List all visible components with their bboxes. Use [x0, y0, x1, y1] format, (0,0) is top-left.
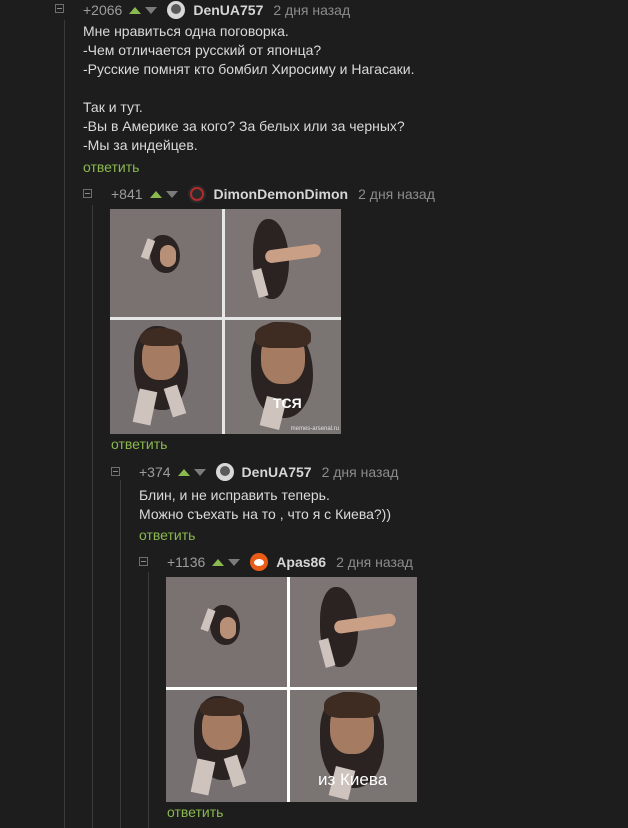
comment-rating: +841	[111, 186, 143, 202]
reply-link[interactable]: ответить	[111, 436, 167, 452]
avatar[interactable]	[250, 553, 269, 571]
comment-author[interactable]: DenUA757	[242, 464, 312, 480]
upvote-icon[interactable]	[149, 190, 162, 198]
image-panel	[110, 320, 222, 434]
comment-text: Блин, и не исправить теперь. Можно съеха…	[139, 487, 392, 522]
upvote-icon[interactable]	[177, 468, 190, 476]
image-panel	[110, 209, 222, 317]
comment-time[interactable]: 2 дня назад	[336, 554, 413, 570]
collapse-toggle[interactable]	[55, 4, 64, 13]
comment-rating: +2066	[83, 2, 123, 18]
comment-header: +374 DenUA757 2 дня назад	[139, 462, 398, 482]
downvote-icon[interactable]	[165, 190, 178, 198]
comment-author[interactable]: DenUA757	[193, 2, 263, 18]
reply-link[interactable]: ответить	[167, 804, 223, 820]
image-panel	[225, 209, 341, 317]
avatar[interactable]	[215, 463, 234, 481]
avatar[interactable]	[167, 1, 186, 19]
comment-image[interactable]: из Киева	[166, 577, 417, 802]
image-panel	[166, 577, 287, 687]
comment-rating: +374	[139, 464, 171, 480]
reply-link[interactable]: ответить	[83, 159, 139, 175]
upvote-icon[interactable]	[212, 558, 225, 566]
image-watermark: memes-arsenal.ru	[290, 426, 339, 432]
avatar[interactable]	[187, 185, 206, 203]
thread-line	[148, 572, 149, 828]
thread-line	[64, 20, 65, 828]
downvote-icon[interactable]	[145, 6, 158, 14]
upvote-icon[interactable]	[129, 6, 142, 14]
image-panel	[290, 577, 417, 687]
collapse-toggle[interactable]	[139, 557, 148, 566]
image-caption: ТСЯ	[273, 395, 302, 411]
comment-author[interactable]: Apas86	[276, 554, 326, 570]
comment-header: +2066 DenUA757 2 дня назад	[83, 0, 350, 20]
comment-time[interactable]: 2 дня назад	[273, 2, 350, 18]
collapse-toggle[interactable]	[83, 189, 92, 198]
image-panel: ТСЯ memes-arsenal.ru	[225, 320, 341, 434]
downvote-icon[interactable]	[193, 468, 206, 476]
thread-line	[120, 480, 121, 828]
comment-rating: +1136	[167, 554, 206, 570]
thread-line	[92, 205, 93, 828]
comment-header: +1136 Apas86 2 дня назад	[167, 552, 413, 572]
comment-text: Мне нравиться одна поговорка. -Чем отлич…	[83, 23, 415, 153]
image-panel: из Киева	[290, 690, 417, 802]
comment-header: +841 DimonDemonDimon 2 дня назад	[111, 184, 435, 204]
image-caption: из Киева	[318, 770, 388, 789]
comment-time[interactable]: 2 дня назад	[322, 464, 399, 480]
image-panel	[166, 690, 287, 802]
comment-image[interactable]: ТСЯ memes-arsenal.ru	[110, 209, 341, 434]
collapse-toggle[interactable]	[111, 467, 120, 476]
comment-time[interactable]: 2 дня назад	[358, 186, 435, 202]
downvote-icon[interactable]	[228, 558, 241, 566]
comment-author[interactable]: DimonDemonDimon	[214, 186, 349, 202]
reply-link[interactable]: ответить	[139, 527, 195, 543]
